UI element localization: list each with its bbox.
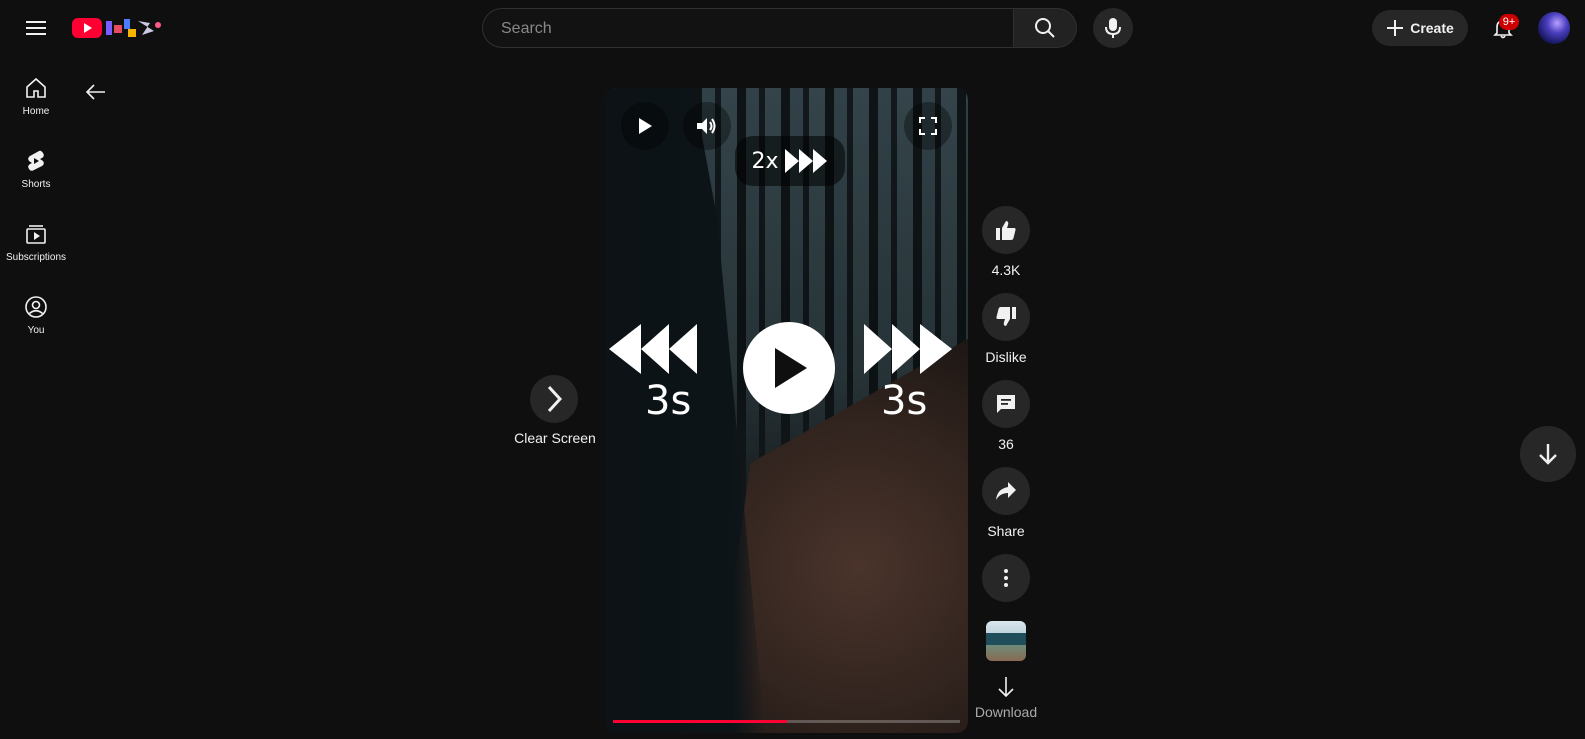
create-label: Create (1410, 20, 1454, 36)
like-count: 4.3K (991, 262, 1021, 278)
notification-badge: 9+ (1499, 14, 1519, 30)
download-label: Download (974, 704, 1038, 720)
sidebar-item-home[interactable]: Home (0, 76, 72, 150)
sidebar-item-you[interactable]: You (0, 295, 72, 369)
microphone-icon (1105, 18, 1121, 38)
create-button[interactable]: Create (1372, 10, 1468, 46)
search-button[interactable] (1013, 8, 1077, 48)
download-action: Download (970, 674, 1042, 720)
account-circle-icon (25, 296, 47, 318)
thumbnail-band (986, 633, 1026, 645)
share-action: Share (970, 467, 1042, 539)
fullscreen-icon (919, 117, 937, 135)
sound-thumbnail[interactable] (986, 621, 1026, 661)
dislike-button[interactable] (982, 293, 1030, 341)
avatar[interactable] (1538, 12, 1570, 44)
thumbs-up-icon (996, 221, 1016, 240)
like-action: 4.3K (970, 206, 1042, 278)
plus-icon (1387, 20, 1404, 36)
speed-label: 2x (751, 148, 779, 174)
shorts-icon (28, 150, 44, 171)
youtube-logo-icon (72, 18, 161, 38)
like-button[interactable] (982, 206, 1030, 254)
skip-forward-icon[interactable] (864, 324, 952, 374)
sidebar-item-label: Shorts (21, 179, 51, 190)
progress-fill (613, 720, 787, 723)
hamburger-menu-icon[interactable] (20, 12, 52, 44)
arrow-down-icon (998, 677, 1014, 698)
more-options-button[interactable] (982, 554, 1030, 602)
volume-icon (697, 118, 716, 134)
back-button[interactable] (80, 76, 112, 108)
chevron-right-icon (547, 385, 563, 413)
more-action (970, 554, 1042, 602)
sidebar-item-label: You (27, 325, 45, 336)
share-label: Share (987, 523, 1025, 539)
comments-action: 36 (970, 380, 1042, 452)
sidebar-item-label: Subscriptions (5, 252, 67, 263)
sidebar-item-label: Home (22, 106, 50, 117)
search-icon (1035, 18, 1055, 38)
center-play-button[interactable] (743, 322, 835, 414)
play-icon (639, 118, 652, 134)
top-bar: Create 9+ (0, 0, 1585, 56)
fast-forward-icon (784, 149, 827, 173)
more-vert-icon (1004, 569, 1008, 587)
clear-screen-label: Clear Screen (514, 430, 596, 446)
rewind-icon[interactable] (609, 324, 697, 374)
sidebar-item-shorts[interactable]: Shorts (0, 149, 72, 223)
back-arrow-icon (85, 84, 105, 100)
youtube-logo[interactable] (72, 17, 164, 39)
volume-button[interactable] (683, 102, 731, 150)
voice-search-button[interactable] (1093, 8, 1133, 48)
next-video-button[interactable] (1520, 426, 1576, 482)
search-box (482, 8, 1013, 49)
dislike-action: Dislike (970, 293, 1042, 365)
share-button[interactable] (982, 467, 1030, 515)
skip-forward-label: 3s (881, 378, 928, 424)
sidebar-item-subscriptions[interactable]: Subscriptions (0, 222, 72, 296)
thumbs-down-icon (996, 307, 1016, 326)
play-pause-button[interactable] (621, 102, 669, 150)
fullscreen-button[interactable] (904, 102, 952, 150)
progress-bar[interactable] (613, 720, 960, 723)
subscriptions-icon (26, 225, 46, 244)
clear-screen-button[interactable] (530, 375, 578, 423)
skip-back-label: 3s (645, 378, 692, 424)
comments-button[interactable] (982, 380, 1030, 428)
arrow-down-icon (1539, 444, 1557, 465)
share-icon (996, 482, 1016, 500)
home-icon (26, 77, 46, 98)
comment-count: 36 (998, 436, 1014, 452)
download-button[interactable] (990, 674, 1022, 700)
sound-action (970, 621, 1042, 661)
dislike-label: Dislike (985, 349, 1027, 365)
shorts-video-player[interactable]: 2x 3s 3s (605, 88, 968, 733)
play-icon (775, 348, 807, 388)
comment-icon (997, 395, 1015, 413)
playback-speed-indicator: 2x (735, 136, 845, 186)
search-input[interactable] (499, 9, 1003, 49)
